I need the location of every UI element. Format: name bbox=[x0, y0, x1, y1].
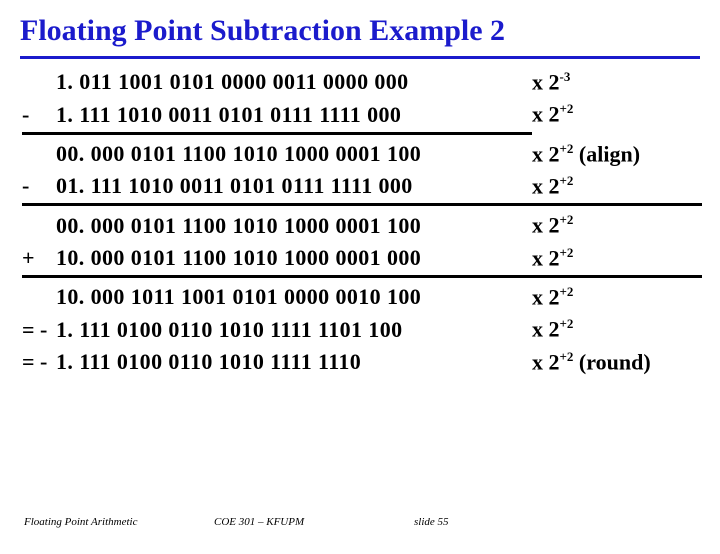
divider bbox=[22, 275, 702, 278]
row-exponent: x 2+2 bbox=[506, 284, 573, 310]
calc-row: = - 1. 111 0100 0110 1010 1111 1101 100x… bbox=[22, 316, 698, 342]
row-mantissa: 1. 111 0100 0110 1010 1111 1101 100 bbox=[56, 317, 506, 343]
footer: Floating Point Arithmetic COE 301 – KFUP… bbox=[0, 516, 720, 528]
row-sign: - bbox=[22, 173, 56, 199]
calc-row: 00. 000 0101 1100 1010 1000 0001 100x 2+… bbox=[22, 212, 698, 238]
calc-row: = - 1. 111 0100 0110 1010 1111 1110x 2+2… bbox=[22, 349, 698, 375]
row-exponent: x 2+2 bbox=[506, 316, 573, 342]
row-mantissa: 00. 000 0101 1100 1010 1000 0001 100 bbox=[56, 213, 506, 239]
row-sign: + bbox=[22, 245, 56, 271]
row-mantissa: 00. 000 0101 1100 1010 1000 0001 100 bbox=[56, 141, 506, 167]
calculation-block: 1. 011 1001 0101 0000 0011 0000 000x 2-3… bbox=[22, 69, 698, 375]
row-mantissa: 1. 111 1010 0011 0101 0111 1111 000 bbox=[56, 102, 506, 128]
row-mantissa: 1. 011 1001 0101 0000 0011 0000 000 bbox=[56, 69, 506, 95]
row-exponent: x 2+2 bbox=[506, 212, 573, 238]
row-mantissa: 1. 111 0100 0110 1010 1111 1110 bbox=[56, 349, 506, 375]
footer-course: COE 301 – KFUPM bbox=[214, 516, 414, 528]
row-exponent: x 2+2 bbox=[506, 101, 573, 127]
calc-row: -1. 111 1010 0011 0101 0111 1111 000x 2+… bbox=[22, 101, 698, 127]
row-sign: = - bbox=[22, 317, 56, 343]
divider bbox=[22, 132, 532, 135]
row-sign: = - bbox=[22, 349, 56, 375]
calc-row: 00. 000 0101 1100 1010 1000 0001 100x 2+… bbox=[22, 141, 698, 167]
row-exponent: x 2+2 (round) bbox=[506, 349, 651, 375]
page-title: Floating Point Subtraction Example 2 bbox=[20, 14, 700, 59]
calc-row: +10. 000 0101 1100 1010 1000 0001 000x 2… bbox=[22, 245, 698, 271]
row-mantissa: 10. 000 0101 1100 1010 1000 0001 000 bbox=[56, 245, 506, 271]
row-mantissa: 01. 111 1010 0011 0101 0111 1111 000 bbox=[56, 173, 506, 199]
row-exponent: x 2+2 (align) bbox=[506, 141, 640, 167]
footer-slide-number: slide 55 bbox=[414, 516, 554, 528]
calc-row: 10. 000 1011 1001 0101 0000 0010 100x 2+… bbox=[22, 284, 698, 310]
footer-topic: Floating Point Arithmetic bbox=[0, 516, 214, 528]
row-sign: - bbox=[22, 102, 56, 128]
calc-row: -01. 111 1010 0011 0101 0111 1111 000x 2… bbox=[22, 173, 698, 199]
divider bbox=[22, 203, 702, 206]
row-exponent: x 2+2 bbox=[506, 173, 573, 199]
row-exponent: x 2+2 bbox=[506, 245, 573, 271]
row-mantissa: 10. 000 1011 1001 0101 0000 0010 100 bbox=[56, 284, 506, 310]
row-exponent: x 2-3 bbox=[506, 69, 570, 95]
calc-row: 1. 011 1001 0101 0000 0011 0000 000x 2-3 bbox=[22, 69, 698, 95]
